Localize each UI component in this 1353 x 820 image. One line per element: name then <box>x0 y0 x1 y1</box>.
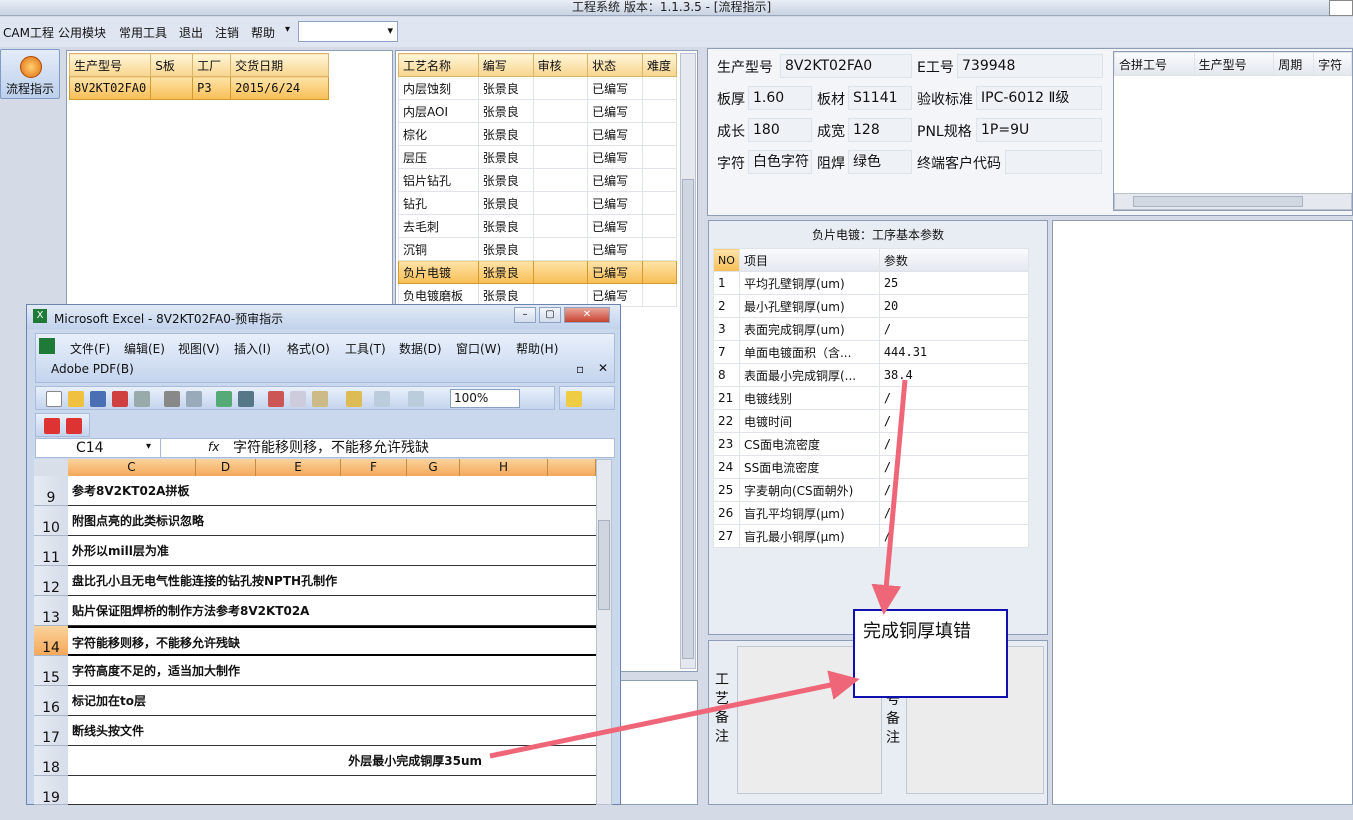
annotation-arrows <box>489 379 908 759</box>
arrow-right <box>489 670 860 759</box>
arrow-down <box>871 379 908 615</box>
